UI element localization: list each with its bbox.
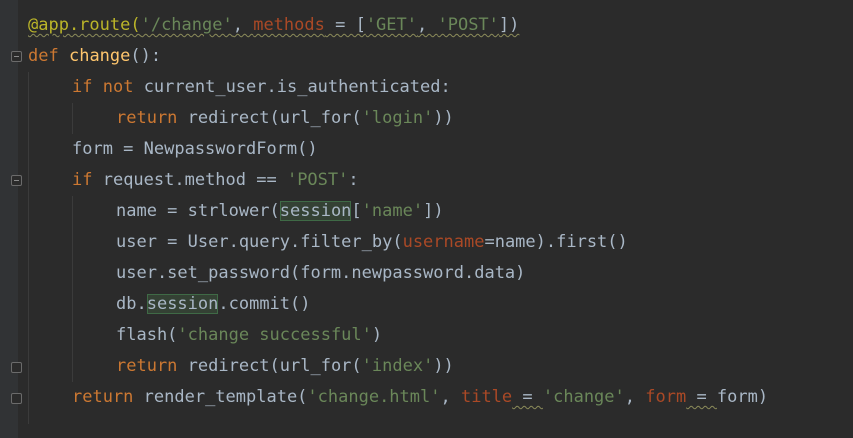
code-line[interactable]: db.session.commit(): [116, 289, 311, 320]
code-line[interactable]: form = NewpasswordForm(): [72, 134, 318, 165]
code-line[interactable]: name = strlower(session['name']): [116, 196, 444, 227]
code-line[interactable]: @app.route('/change', methods = ['GET', …: [28, 10, 519, 41]
indent-guide: [72, 196, 73, 382]
indent-guide: [28, 72, 29, 424]
code-line[interactable]: return redirect(url_for('index')): [116, 351, 454, 382]
usage-highlight: session: [146, 294, 219, 314]
code-editor[interactable]: @app.route('/change', methods = ['GET', …: [0, 0, 853, 438]
fold-end-icon[interactable]: [11, 393, 22, 404]
usage-highlight: session: [279, 201, 352, 221]
code-line[interactable]: if not current_user.is_authenticated:: [72, 72, 451, 103]
code-line[interactable]: user = User.query.filter_by(username=nam…: [116, 227, 628, 258]
fold-end-icon[interactable]: [11, 362, 22, 373]
fold-toggle-icon[interactable]: [11, 175, 22, 186]
code-line[interactable]: user.set_password(form.newpassword.data): [116, 258, 525, 289]
code-line[interactable]: if request.method == 'POST':: [72, 165, 359, 196]
code-line[interactable]: return redirect(url_for('login')): [116, 103, 454, 134]
fold-toggle-icon[interactable]: [11, 51, 22, 62]
code-line[interactable]: return render_template('change.html', ti…: [72, 382, 768, 413]
code-line[interactable]: flash('change successful'): [116, 320, 382, 351]
indent-guide: [72, 103, 73, 134]
code-line[interactable]: def change():: [28, 41, 161, 72]
